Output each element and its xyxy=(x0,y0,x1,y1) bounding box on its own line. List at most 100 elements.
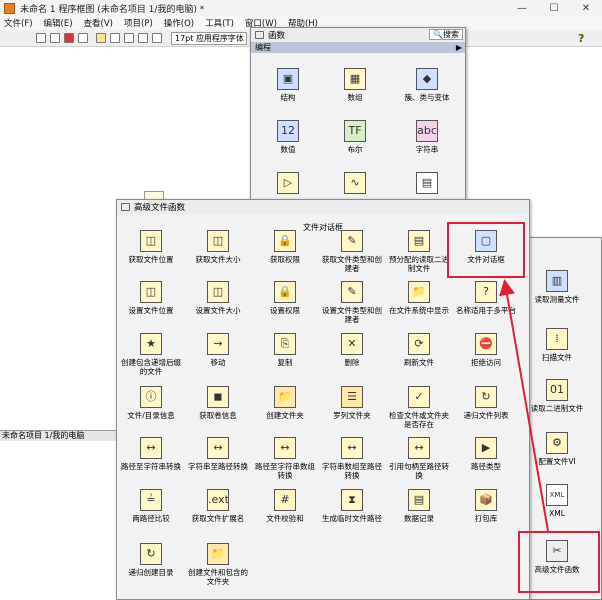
advanced-item-3[interactable]: ✎ 获取文件类型和创建者 xyxy=(320,230,384,273)
minimize-button[interactable]: — xyxy=(506,0,538,16)
abort-icon[interactable] xyxy=(64,33,74,43)
advanced-item-31[interactable]: .ext 获取文件扩展名 xyxy=(186,489,250,523)
check-exists-icon: ✓ xyxy=(408,386,430,408)
advanced-item-35[interactable]: 📦 打包库 xyxy=(454,489,518,523)
advanced-item-23[interactable]: ↻ 递归文件列表 xyxy=(454,386,518,420)
palette-item-more-1[interactable]: ▷ xyxy=(256,172,320,194)
advanced-item-13[interactable]: → 移动 xyxy=(186,333,250,367)
show-in-fs-icon: 📁 xyxy=(408,281,430,303)
menu-operate[interactable]: 操作(O) xyxy=(164,17,194,29)
advanced-item-27[interactable]: ↔ 字符串数组至路径转换 xyxy=(320,437,384,480)
advanced-item-24[interactable]: ↔ 路径至字符串转换 xyxy=(119,437,183,471)
window-controls: — ☐ ✕ xyxy=(506,0,602,16)
advanced-item-18[interactable]: ⓘ 文件/目录信息 xyxy=(119,386,183,420)
get-file-size-icon: ◫ xyxy=(207,230,229,252)
palette-item-more-2[interactable]: ∿ xyxy=(323,172,387,194)
set-permissions-icon: 🔒 xyxy=(274,281,296,303)
retain-wire-values-icon[interactable] xyxy=(110,33,120,43)
get-extension-icon: .ext xyxy=(207,489,229,511)
advanced-item-28[interactable]: ↔ 引用句柄至路径转换 xyxy=(387,437,451,480)
step-out-icon[interactable] xyxy=(152,33,162,43)
cluster-icon: ◆ xyxy=(416,68,438,90)
advanced-item-14[interactable]: ⎘ 复制 xyxy=(253,333,317,367)
advanced-item-6[interactable]: ◫ 设置文件位置 xyxy=(119,281,183,315)
menu-file[interactable]: 文件(F) xyxy=(4,17,33,29)
advanced-item-26[interactable]: ↔ 路径至字符串数组转换 xyxy=(253,437,317,480)
palette-item-structures[interactable]: ▣ 结构 xyxy=(256,68,320,102)
datalog-icon: ▤ xyxy=(408,489,430,511)
palette-item-array[interactable]: ▦ 数组 xyxy=(323,68,387,102)
config-file-icon: ⚙ xyxy=(546,432,568,454)
palette-item-boolean[interactable]: TF 布尔 xyxy=(323,120,387,154)
advanced-item-15[interactable]: ✕ 删除 xyxy=(320,333,384,367)
maximize-button[interactable]: ☐ xyxy=(538,0,570,16)
read-measurement-icon: ▥ xyxy=(546,270,568,292)
highlight-file-dialog xyxy=(447,222,525,278)
advanced-palette-header: 高级文件函数 xyxy=(117,200,529,214)
set-file-size-icon: ◫ xyxy=(207,281,229,303)
context-help-icon[interactable]: ? xyxy=(578,32,584,45)
advanced-item-10[interactable]: 📁 在文件系统中显示 xyxy=(387,281,451,315)
palette-item-string[interactable]: abc 字符串 xyxy=(395,120,459,154)
pause-icon[interactable] xyxy=(78,33,88,43)
menu-project[interactable]: 项目(P) xyxy=(124,17,153,29)
advanced-item-34[interactable]: ▤ 数据记录 xyxy=(387,489,451,523)
advanced-item-7[interactable]: ◫ 设置文件大小 xyxy=(186,281,250,315)
side-item-config-file[interactable]: ⚙ 配置文件VI xyxy=(525,432,589,466)
pin-icon[interactable] xyxy=(121,203,130,211)
advanced-item-11[interactable]: ? 名称适用于多平台 xyxy=(454,281,518,315)
advanced-item-37[interactable]: 📁 创建文件和包含的文件夹 xyxy=(186,543,250,586)
advanced-item-2[interactable]: 🔒 获取权限 xyxy=(253,230,317,264)
path-to-string-icon: ↔ xyxy=(140,437,162,459)
advanced-item-25[interactable]: ↔ 字符串至路径转换 xyxy=(186,437,250,471)
deny-access-icon: ⛔ xyxy=(475,333,497,355)
advanced-item-0[interactable]: ◫ 获取文件位置 xyxy=(119,230,183,264)
pin-icon[interactable] xyxy=(255,31,264,39)
advanced-item-30[interactable]: ≟ 两路径比较 xyxy=(119,489,183,523)
highlight-execution-icon[interactable] xyxy=(96,33,106,43)
advanced-item-22[interactable]: ✓ 检查文件或文件夹是否存在 xyxy=(387,386,451,429)
search-label: 搜索 xyxy=(443,30,459,39)
category-programming[interactable]: 编程 ▶ xyxy=(251,42,465,53)
advanced-item-1[interactable]: ◫ 获取文件大小 xyxy=(186,230,250,264)
advanced-item-20[interactable]: 📁 创建文件夹 xyxy=(253,386,317,420)
palette-item-numeric[interactable]: 12 数值 xyxy=(256,120,320,154)
advanced-item-12[interactable]: ★ 创建包含递增后缀的文件 xyxy=(119,333,183,376)
advanced-item-33[interactable]: ⧗ 生成临时文件路径 xyxy=(320,489,384,523)
advanced-item-36[interactable]: ↻ 递归创建目录 xyxy=(119,543,183,577)
font-dropdown[interactable]: 17pt 应用程序字体 xyxy=(171,32,247,45)
xml-icon: XML xyxy=(546,484,568,506)
side-item-xml[interactable]: XML XML xyxy=(525,484,589,518)
close-button[interactable]: ✕ xyxy=(570,0,602,16)
run-arrow-icon[interactable] xyxy=(36,33,46,43)
compare-paths-icon: ≟ xyxy=(140,489,162,511)
menu-edit[interactable]: 编辑(E) xyxy=(44,17,73,29)
step-over-icon[interactable] xyxy=(138,33,148,43)
advanced-item-17[interactable]: ⛔ 拒绝访问 xyxy=(454,333,518,367)
advanced-item-29[interactable]: ▶ 路径类型 xyxy=(454,437,518,471)
array-icon: ▦ xyxy=(344,68,366,90)
create-file-folder-icon: 📁 xyxy=(207,543,229,565)
advanced-item-8[interactable]: 🔒 设置权限 xyxy=(253,281,317,315)
side-item-read-binary[interactable]: 01 读取二进制文件 xyxy=(525,379,589,413)
advanced-item-9[interactable]: ✎ 设置文件类型和创建者 xyxy=(320,281,384,324)
advanced-palette-title: 高级文件函数 xyxy=(134,203,186,213)
functions-palette-title: 函数 xyxy=(268,31,286,41)
side-item-read-measurement[interactable]: ▥ 读取测量文件 xyxy=(525,270,589,304)
advanced-item-21[interactable]: ☰ 罗列文件夹 xyxy=(320,386,384,420)
advanced-item-32[interactable]: # 文件校验和 xyxy=(253,489,317,523)
advanced-item-4[interactable]: ▤ 预分配的读取二进制文件 xyxy=(387,230,451,273)
string-to-path-icon: ↔ xyxy=(207,437,229,459)
palette-item-more-3[interactable]: ▤ xyxy=(395,172,459,194)
advanced-item-16[interactable]: ⟳ 刷新文件 xyxy=(387,333,451,367)
side-item-scan-file[interactable]: ⁞ 扫描文件 xyxy=(525,328,589,362)
labview-app-icon xyxy=(4,2,15,14)
path-type-icon: ▶ xyxy=(475,437,497,459)
run-continuously-icon[interactable] xyxy=(50,33,60,43)
menu-tools[interactable]: 工具(T) xyxy=(205,17,234,29)
palette-item-cluster[interactable]: ◆ 簇、类与变体 xyxy=(395,68,459,102)
advanced-item-19[interactable]: ◼ 获取卷信息 xyxy=(186,386,250,420)
step-into-icon[interactable] xyxy=(124,33,134,43)
search-button[interactable]: 🔍搜索 xyxy=(429,29,463,40)
menu-view[interactable]: 查看(V) xyxy=(84,17,113,29)
